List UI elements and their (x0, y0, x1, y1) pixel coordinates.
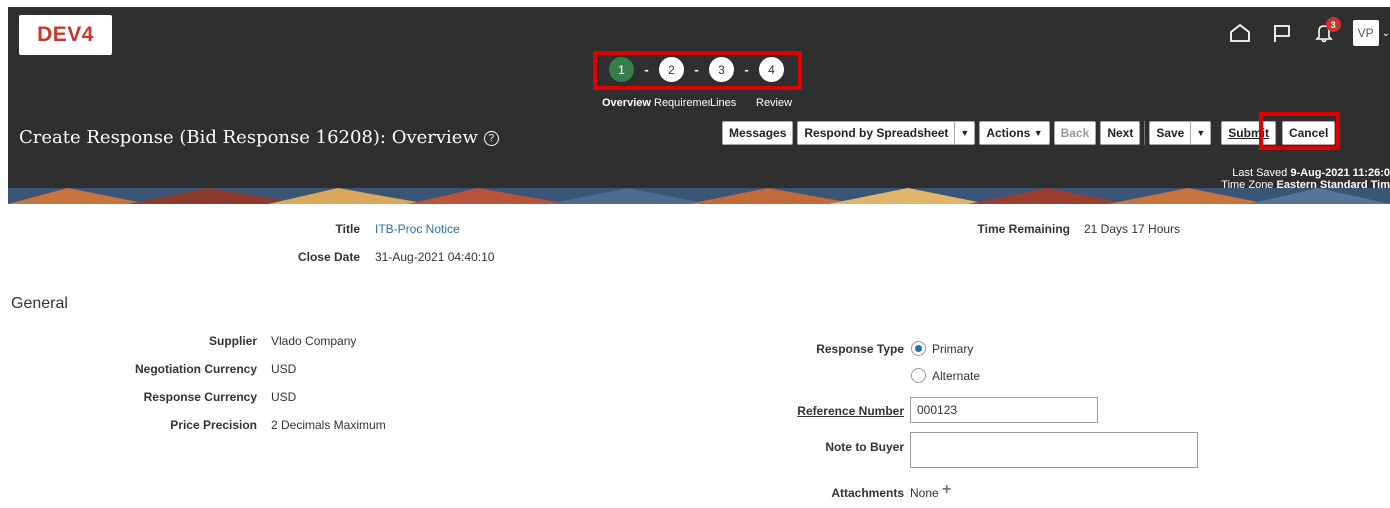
train-label-requirements[interactable]: Requirements (654, 97, 710, 109)
price-precision-value: 2 Decimals Maximum (271, 418, 386, 432)
train-step-4[interactable]: 4 (759, 57, 784, 82)
toolbar-divider (1144, 121, 1146, 145)
page-title: Create Response (Bid Response 16208): Ov… (19, 127, 499, 148)
negotiation-currency-label: Negotiation Currency (134, 362, 257, 376)
time-zone-label: Time Zone (1221, 179, 1274, 191)
chevron-down-icon[interactable]: ⌄ (1382, 28, 1390, 39)
supplier-label: Supplier (208, 334, 257, 348)
last-saved-label: Last Saved (1232, 167, 1288, 179)
train-separator: - (644, 62, 649, 77)
train-labels: Overview Requirements Lines Review (602, 97, 800, 109)
messages-button[interactable]: Messages (722, 121, 794, 145)
respond-by-spreadsheet-button[interactable]: Respond by Spreadsheet (797, 121, 955, 145)
train-step-2[interactable]: 2 (659, 57, 684, 82)
help-icon[interactable]: ? (483, 130, 499, 146)
chevron-down-icon: ▼ (1033, 128, 1043, 138)
respond-by-spreadsheet-group: Respond by Spreadsheet ▼ (797, 121, 976, 145)
next-button[interactable]: Next (1100, 121, 1141, 145)
save-status: Last Saved 9-Aug-2021 11:26:0 Time Zone … (1221, 167, 1390, 191)
actions-label: Actions (986, 126, 1031, 140)
train-label-review[interactable]: Review (756, 97, 800, 109)
title-label: Title (335, 222, 360, 236)
header-icons: 3 VP ⌄ (1213, 17, 1390, 47)
user-avatar[interactable]: VP (1352, 20, 1379, 46)
note-to-buyer-label: Note to Buyer (825, 440, 904, 454)
close-date-label: Close Date (297, 250, 360, 264)
notifications-bell-icon[interactable]: 3 (1309, 17, 1341, 47)
flag-icon[interactable] (1267, 19, 1297, 47)
logo: DEV4 (19, 15, 112, 55)
train-step-3[interactable]: 3 (709, 57, 734, 82)
negotiation-currency-value: USD (271, 362, 297, 376)
page-toolbar: Messages Respond by Spreadsheet ▼ Action… (722, 120, 1339, 146)
response-currency-value: USD (271, 390, 297, 404)
general-section-title: General (11, 295, 68, 312)
close-date-value: 31-Aug-2021 04:40:10 (375, 250, 495, 264)
notification-badge: 3 (1325, 17, 1341, 32)
save-button[interactable]: Save (1149, 121, 1191, 145)
supplier-value: Vlado Company (271, 334, 357, 348)
reference-number-label: Reference Number (797, 404, 904, 418)
response-type-alternate-radio[interactable] (911, 368, 926, 383)
submit-highlight (1259, 112, 1340, 150)
back-button[interactable]: Back (1053, 121, 1097, 145)
response-type-primary-label[interactable]: Primary (932, 342, 973, 356)
time-remaining-label: Time Remaining (977, 222, 1070, 236)
decorative-banner (8, 188, 1390, 204)
last-saved-value: 9-Aug-2021 11:26:0 (1290, 167, 1390, 179)
chevron-down-icon[interactable]: ▼ (1190, 121, 1212, 145)
response-type-alternate-label[interactable]: Alternate (932, 369, 980, 383)
price-precision-label: Price Precision (170, 418, 257, 432)
process-train: 1 - 2 - 3 - 4 (609, 57, 784, 82)
response-type-label: Response Type (816, 342, 904, 356)
train-separator: - (744, 62, 749, 77)
note-to-buyer-textarea[interactable] (910, 432, 1198, 468)
response-currency-label: Response Currency (143, 390, 257, 404)
train-label-overview[interactable]: Overview (602, 97, 654, 109)
attachments-value: None (910, 486, 939, 500)
save-group: Save ▼ (1149, 121, 1212, 145)
actions-menu-button[interactable]: Actions ▼ (979, 121, 1050, 145)
train-step-1[interactable]: 1 (609, 57, 634, 82)
chevron-down-icon[interactable]: ▼ (954, 121, 976, 145)
attachments-label: Attachments (831, 486, 904, 500)
reference-number-input[interactable]: 000123 (910, 397, 1098, 423)
home-icon[interactable] (1225, 19, 1255, 47)
train-label-lines[interactable]: Lines (710, 97, 756, 109)
time-zone-value: Eastern Standard Tim (1276, 179, 1390, 191)
train-separator: - (694, 62, 699, 77)
response-type-primary-radio[interactable] (911, 341, 926, 356)
title-value-link[interactable]: ITB-Proc Notice (375, 222, 460, 236)
time-remaining-value: 21 Days 17 Hours (1084, 222, 1181, 236)
add-attachment-icon[interactable]: + (942, 481, 951, 499)
page-title-text: Create Response (Bid Response 16208): Ov… (19, 127, 478, 148)
